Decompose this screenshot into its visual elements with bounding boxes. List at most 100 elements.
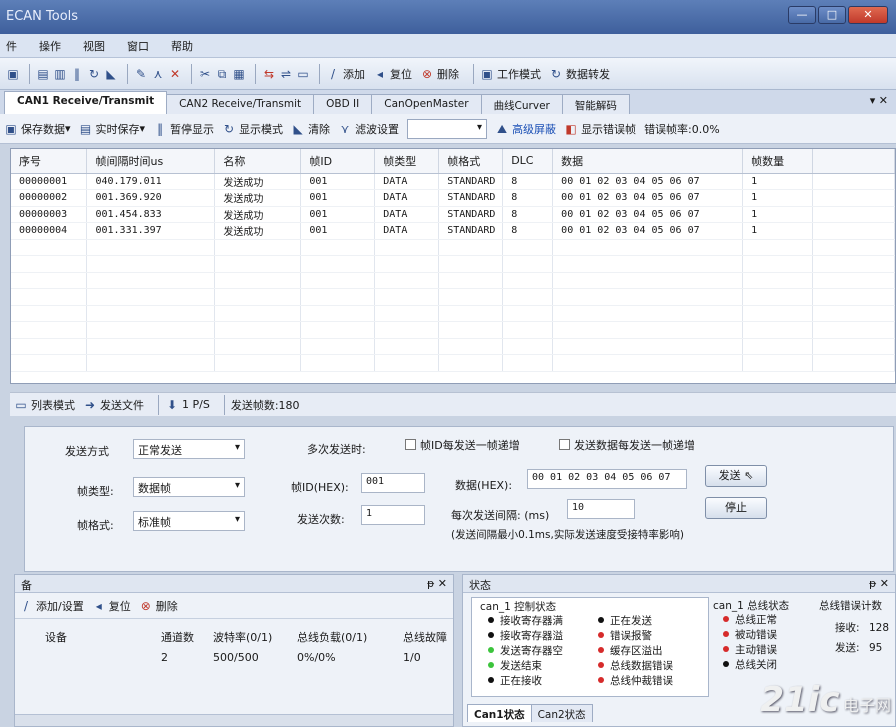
menu-view[interactable]: 视图 [83,38,105,53]
filter-settings-label: 滤波设置 [355,122,400,136]
table-cell: 001 [300,173,376,190]
list-dropdown-icon[interactable]: ▥ [53,67,67,81]
menu-file[interactable]: 件 [6,38,17,53]
minimize-button[interactable]: — [788,6,816,24]
clear-button[interactable]: ◣ 清除 [291,121,330,137]
display-mode-button[interactable]: ↻ 显示模式 [222,121,283,137]
menu-window[interactable]: 窗口 [127,38,149,53]
show-error-frame-button[interactable]: ◧ 显示错误帧 [564,121,636,137]
delete-button[interactable]: ⊗ 删除 [420,66,459,82]
status-dot-icon [488,677,494,683]
col-count[interactable]: 帧数量 [742,149,814,174]
frame-format-select[interactable]: 标准帧 [133,511,245,531]
table-cell: 001 [300,206,376,223]
pin-close-icon[interactable]: ᵽ ✕ [869,577,889,590]
data-increment-checkbox[interactable]: 发送数据每发送一帧递增 [559,437,695,453]
tab-can2-status[interactable]: Can2状态 [530,704,593,722]
filter-combo[interactable] [407,118,488,139]
advanced-mask-button[interactable]: ⛰ 高级屏蔽 [495,121,556,137]
bus-label: 主动错误 [735,644,777,656]
connect-icon[interactable]: ⇆ [262,67,276,81]
maximize-button[interactable]: □ [818,6,846,24]
save-data-button[interactable]: ▣ 保存数据 ▾ [4,121,70,137]
send-button[interactable]: 发送 ⇖ [705,465,767,487]
device-delete-button[interactable]: ⊗ 删除 [139,598,178,614]
pause-icon[interactable]: ‖ [70,67,84,81]
add-button[interactable]: / 添加 [326,66,365,82]
send-mode-label: 发送方式 [65,445,109,458]
table-cell: 00 01 02 03 04 05 06 07 [552,189,744,207]
tab-can1-status[interactable]: Can1状态 [467,704,532,722]
horizontal-scrollbar[interactable] [15,714,453,726]
frame-id-input[interactable]: 001 [361,473,425,493]
close-button[interactable]: ✕ [848,6,888,24]
tab-can2[interactable]: CAN2 Receive/Transmit [166,94,315,114]
send-mode-select[interactable]: 正常发送 [133,439,245,459]
paste-icon[interactable]: ▦ [232,67,246,81]
table-row[interactable]: 00000002 001.369.920 发送成功 001 DATA STANDARD 8 0… [11,189,895,207]
stop-button[interactable]: 停止 [705,497,767,519]
tab-decode[interactable]: 智能解码 [561,94,630,114]
reset-button[interactable]: ◂ 复位 [373,66,412,82]
table-cell: STANDARD [438,173,504,190]
col-index[interactable]: 序号 [11,149,88,174]
window-icon[interactable]: ▭ [296,67,310,81]
pause-display-button[interactable]: ‖ 暂停显示 [153,121,214,137]
pen-icon[interactable]: ⋏ [151,67,165,81]
scissors-icon[interactable]: ✂ [198,67,212,81]
tab-curve[interactable]: 曲线Curver [480,94,563,114]
cross-icon[interactable]: ✕ [168,67,182,81]
send-file-button[interactable]: ➜ 发送文件 [83,397,144,413]
data-hex-input[interactable]: 00 01 02 03 04 05 06 07 [527,469,687,489]
frame-table[interactable]: 序号 帧间隔时间us 名称 帧ID 帧类型 帧格式 DLC 数据 帧数量 000… [10,148,896,384]
brush-icon[interactable]: ◣ [104,67,118,81]
show-error-frame-label: 显示错误帧 [581,122,637,136]
col-frame-id[interactable]: 帧ID [300,149,376,174]
status-dot-icon [488,617,494,623]
frame-type-select[interactable]: 数据帧 [133,477,245,497]
tab-canopen[interactable]: CanOpenMaster [371,94,482,114]
refresh-icon[interactable]: ↻ [87,67,101,81]
table-cell: 001 [300,222,376,240]
interval-input[interactable]: 10 [567,499,635,519]
table-cell: 001.454.833 [86,206,216,223]
id-increment-checkbox[interactable]: 帧ID每发送一帧递增 [405,437,520,453]
table-row[interactable]: 00000004 001.331.397 发送成功 001 DATA STANDARD 8 0… [11,222,895,240]
table-cell: 00000003 [11,206,88,223]
status-item: 错误报警 [598,629,652,643]
floppy-icon[interactable]: ▣ [6,67,20,81]
arrow-down-icon[interactable]: ⬇ [165,398,179,412]
table-row[interactable]: 00000003 001.454.833 发送成功 001 DATA STANDARD 8 0… [11,206,895,223]
edit-icon[interactable]: ✎ [134,67,148,81]
data-forward-label: 数据转发 [566,67,610,81]
table-cell: 发送成功 [214,222,302,240]
col-dlc[interactable]: DLC [502,149,554,174]
send-count-input[interactable]: 1 [361,505,425,525]
link-icon[interactable]: ⇌ [279,67,293,81]
col-frame-format[interactable]: 帧格式 [438,149,504,174]
filter-settings-button[interactable]: ⋎ 滤波设置 [338,121,399,137]
col-frame-type[interactable]: 帧类型 [374,149,440,174]
list-mode-button[interactable]: ▭ 列表模式 [14,397,75,413]
status-label: 正在发送 [610,615,652,627]
menu-help[interactable]: 帮助 [171,38,193,53]
table-cell: 00000001 [11,173,88,190]
col-name[interactable]: 名称 [214,149,302,174]
col-interval[interactable]: 帧间隔时间us [86,149,216,174]
list-icon[interactable]: ▤ [36,67,50,81]
work-mode-button[interactable]: ▣ 工作模式 [480,66,541,82]
realtime-save-button[interactable]: ▤ 实时保存 ▾ [79,121,145,137]
tab-close-icon[interactable]: ▾ ✕ [870,94,888,107]
data-forward-button[interactable]: ↻ 数据转发 [549,66,610,82]
tab-can1[interactable]: CAN1 Receive/Transmit [4,91,168,114]
delete-label: 删除 [437,67,459,81]
device-table[interactable]: 设备 通道数 波特率(0/1) 总线负载(0/1) 总线故障 2 500/500… [15,619,453,699]
menu-operate[interactable]: 操作 [39,38,61,53]
pin-close-icon[interactable]: ᵽ ✕ [427,577,447,590]
add-set-button[interactable]: / 添加/设置 [19,598,84,614]
device-reset-button[interactable]: ◂ 复位 [92,598,131,614]
tab-obd[interactable]: OBD II [313,94,373,114]
copy-icon[interactable]: ⧉ [215,67,229,81]
table-row[interactable]: 00000001 040.179.011 发送成功 001 DATA STANDARD 8 0… [11,173,895,190]
col-data[interactable]: 数据 [552,149,744,174]
